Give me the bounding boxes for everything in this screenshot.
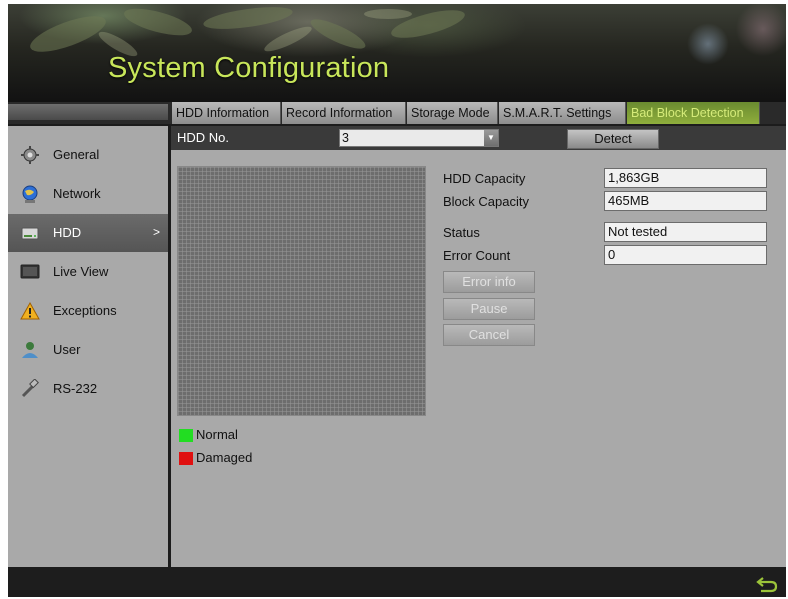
tab-strip: HDD Information Record Information Stora…	[8, 102, 786, 124]
sidebar: General Network HDD > Live View Exceptio…	[8, 126, 168, 567]
tab-record-information[interactable]: Record Information	[282, 102, 406, 124]
status-field: Not tested	[604, 222, 767, 242]
error-count-label: Error Count	[443, 248, 511, 263]
user-icon	[22, 342, 38, 358]
warning-icon	[20, 301, 40, 320]
detect-button[interactable]: Detect	[567, 129, 659, 149]
sidebar-item-general[interactable]: General	[8, 136, 168, 174]
hdd-no-select[interactable]: 3 ▼	[339, 129, 499, 147]
error-info-button[interactable]: Error info	[443, 271, 535, 293]
sidebar-item-exceptions[interactable]: Exceptions	[8, 292, 168, 330]
page-title: System Configuration	[108, 52, 390, 84]
tab-strip-spacer	[8, 104, 168, 120]
return-icon[interactable]	[756, 575, 778, 593]
sidebar-item-label: Network	[53, 186, 101, 201]
serial-port-icon	[21, 379, 39, 398]
header-banner: System Configuration	[8, 4, 786, 102]
legend-label-normal: Normal	[196, 427, 238, 442]
bad-block-grid	[177, 166, 426, 416]
sidebar-item-label: User	[53, 342, 81, 357]
monitor-icon	[20, 264, 40, 279]
hdd-select-row: HDD No. 3 ▼ Detect	[171, 126, 786, 150]
sidebar-item-live-view[interactable]: Live View	[8, 253, 168, 291]
error-count-field: 0	[604, 245, 767, 265]
block-capacity-field: 465MB	[604, 191, 767, 211]
sidebar-item-rs232[interactable]: RS-232	[8, 370, 168, 408]
globe-icon	[22, 185, 38, 203]
sidebar-item-user[interactable]: User	[8, 331, 168, 369]
block-capacity-label: Block Capacity	[443, 194, 529, 209]
hdd-no-value: 3	[342, 131, 349, 145]
tab-storage-mode[interactable]: Storage Mode	[407, 102, 498, 124]
chevron-down-icon: ▼	[484, 130, 498, 146]
legend-swatch-damaged	[179, 452, 193, 465]
tab-smart-settings[interactable]: S.M.A.R.T. Settings	[499, 102, 626, 124]
footer-bar	[8, 567, 786, 597]
sidebar-item-hdd[interactable]: HDD >	[8, 214, 168, 252]
legend-swatch-normal	[179, 429, 193, 442]
sidebar-item-label: RS-232	[53, 381, 98, 396]
hdd-no-label: HDD No.	[177, 130, 230, 145]
hdd-capacity-field: 1,863GB	[604, 168, 767, 188]
cancel-button[interactable]: Cancel	[443, 324, 535, 346]
status-label: Status	[443, 225, 480, 240]
tab-hdd-information[interactable]: HDD Information	[172, 102, 281, 124]
legend-label-damaged: Damaged	[196, 450, 253, 465]
tab-bad-block-detection[interactable]: Bad Block Detection	[627, 102, 760, 124]
app-window: System Configuration HDD Information Rec…	[8, 4, 786, 597]
gear-icon	[21, 146, 39, 164]
main-panel: HDD No. 3 ▼ Detect Normal Damaged HDD Ca…	[171, 126, 786, 567]
sidebar-item-label: Live View	[53, 264, 109, 279]
chevron-right-icon: >	[152, 225, 160, 239]
sidebar-item-label: HDD	[53, 225, 82, 240]
hard-drive-icon	[21, 227, 39, 240]
sidebar-item-label: General	[53, 147, 100, 162]
sidebar-item-label: Exceptions	[53, 303, 117, 318]
pause-button[interactable]: Pause	[443, 298, 535, 320]
hdd-capacity-label: HDD Capacity	[443, 171, 526, 186]
sidebar-item-network[interactable]: Network	[8, 175, 168, 213]
